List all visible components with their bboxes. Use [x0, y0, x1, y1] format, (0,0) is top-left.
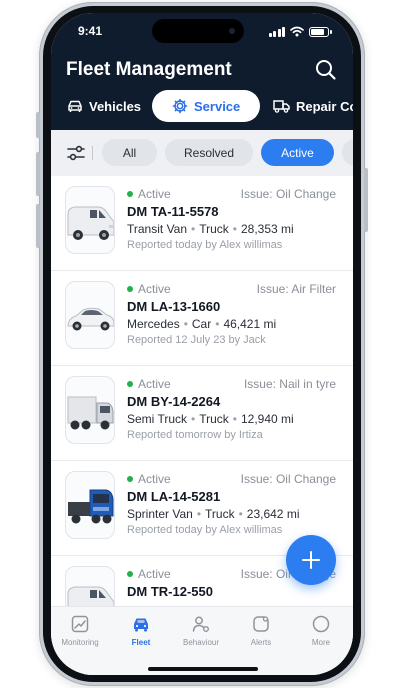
plate-number: DM TR-12-550	[127, 584, 213, 599]
vehicle-mileage: 23,642 mi	[246, 507, 300, 521]
tab-service[interactable]: Service	[152, 90, 261, 122]
status-indicator	[127, 191, 133, 197]
nav-label: Alerts	[250, 638, 272, 647]
filter-chip-resolved[interactable]: Resolved	[165, 139, 253, 166]
vehicle-mileage: 12,940 mi	[240, 412, 294, 426]
van-image	[65, 566, 115, 606]
tab-label: Service	[194, 98, 241, 114]
tab-repair-cost[interactable]: Repair Cos	[273, 90, 353, 122]
tab-bar: Vehicles Service Repair Cos	[51, 89, 353, 123]
battery-icon	[309, 27, 332, 37]
wifi-icon	[290, 26, 304, 37]
nav-item-more[interactable]: More	[292, 614, 350, 647]
nav-label: More	[311, 638, 331, 647]
reported-by: Reported tomorrow by Irtiza	[127, 429, 263, 441]
car-icon	[68, 100, 82, 112]
status-label: Active	[138, 282, 171, 296]
reported-by: Reported 12 July 23 by Jack	[127, 334, 266, 346]
status-indicator	[127, 476, 133, 482]
status-indicator	[127, 571, 133, 577]
vehicle-specs: Semi Truck • Truck • 12,940 mi	[127, 412, 294, 426]
phone-side-button	[364, 168, 368, 232]
plate-number: DM BY-14-2264	[127, 394, 221, 409]
alert-icon	[253, 616, 269, 632]
plate-number: DM LA-13-1660	[127, 299, 221, 314]
page-title: Fleet Management	[66, 59, 232, 80]
dynamic-island	[152, 19, 244, 43]
filter-button[interactable]	[65, 142, 87, 164]
status-time: 9:41	[78, 24, 103, 38]
nav-item-fleet[interactable]: Fleet	[112, 614, 170, 647]
vehicle-type: Truck	[205, 507, 235, 521]
status-indicator	[127, 381, 133, 387]
issue-label: Issue: Oil Change	[240, 472, 336, 486]
truck-icon	[273, 100, 290, 113]
vehicle-type: Car	[191, 317, 212, 331]
vehicle-model: Sprinter Van	[127, 507, 193, 521]
nav-item-monitoring[interactable]: Monitoring	[51, 614, 109, 647]
bottom-nav: Monitoring Fleet Behaviour Alerts More	[51, 606, 353, 675]
list-item[interactable]: Active Issue: Nail in tyre DM BY-14-2264…	[51, 366, 353, 461]
filter-sliders-icon	[67, 145, 85, 161]
status-icons	[268, 25, 332, 37]
divider	[92, 146, 93, 160]
issue-label: Issue: Nail in tyre	[243, 377, 336, 391]
monitoring-icon	[71, 615, 89, 633]
vehicle-model: Mercedes	[127, 317, 180, 331]
status-label: Active	[138, 377, 171, 391]
status-label: Active	[138, 567, 171, 581]
car-image	[65, 281, 115, 349]
filter-bar: All Resolved Active	[51, 130, 353, 176]
more-icon	[312, 615, 330, 633]
phone-side-button	[36, 112, 40, 138]
nav-item-behaviour[interactable]: Behaviour	[172, 614, 230, 647]
phone-side-button	[36, 204, 40, 248]
plate-number: DM TA-11-5578	[127, 204, 219, 219]
filter-chip-more[interactable]	[342, 139, 353, 166]
nav-label: Monitoring	[61, 638, 99, 647]
search-button[interactable]	[313, 57, 339, 83]
filter-chip-active[interactable]: Active	[261, 139, 334, 166]
van-image	[65, 186, 115, 254]
issue-label: Issue: Air Filter	[256, 282, 336, 296]
car-icon	[134, 618, 148, 632]
vehicle-type: Truck	[199, 222, 229, 236]
vehicle-type: Truck	[199, 412, 229, 426]
vehicle-specs: Sprinter Van • Truck • 23,642 mi	[127, 507, 300, 521]
status-indicator	[127, 286, 133, 292]
blue-truck-image	[65, 471, 115, 539]
reported-by: Reported today by Alex willimas	[127, 524, 283, 536]
add-service-button[interactable]	[286, 535, 336, 585]
user-behaviour-icon	[192, 616, 209, 632]
vehicle-model: Transit Van	[127, 222, 188, 236]
nav-label: Behaviour	[182, 638, 220, 647]
vehicle-mileage: 28,353 mi	[241, 222, 294, 236]
status-label: Active	[138, 472, 171, 486]
phone-side-button	[36, 152, 40, 196]
semi-truck-image	[65, 376, 115, 444]
vehicle-specs: Transit Van • Truck • 28,353 mi	[127, 222, 294, 236]
nav-item-alerts[interactable]: Alerts	[232, 614, 290, 647]
tab-label: Vehicles	[89, 98, 142, 114]
app-screen: 9:41 Fleet Management Vehicles Service R…	[51, 13, 353, 675]
search-icon	[316, 60, 336, 80]
list-item[interactable]: Active Issue: Air Filter DM LA-13-1660 M…	[51, 271, 353, 366]
vehicle-model: Semi Truck	[127, 412, 188, 426]
tab-vehicles[interactable]: Vehicles	[67, 90, 141, 122]
reported-by: Reported today by Alex willimas	[127, 239, 283, 251]
nav-label: Fleet	[131, 638, 151, 647]
issue-label: Issue: Oil Change	[240, 187, 336, 201]
app-header: 9:41 Fleet Management Vehicles Service R…	[51, 13, 353, 130]
gear-icon	[172, 98, 188, 114]
vehicle-specs: Mercedes • Car • 46,421 mi	[127, 317, 277, 331]
status-label: Active	[138, 187, 171, 201]
signal-icon	[268, 27, 285, 37]
plate-number: DM LA-14-5281	[127, 489, 221, 504]
filter-chip-all[interactable]: All	[102, 139, 157, 166]
tab-label: Repair Cos	[296, 98, 353, 114]
list-item[interactable]: Active Issue: Oil Change DM TA-11-5578 T…	[51, 176, 353, 271]
home-indicator	[148, 667, 258, 671]
plus-icon	[302, 551, 320, 569]
vehicle-mileage: 46,421 mi	[223, 317, 277, 331]
